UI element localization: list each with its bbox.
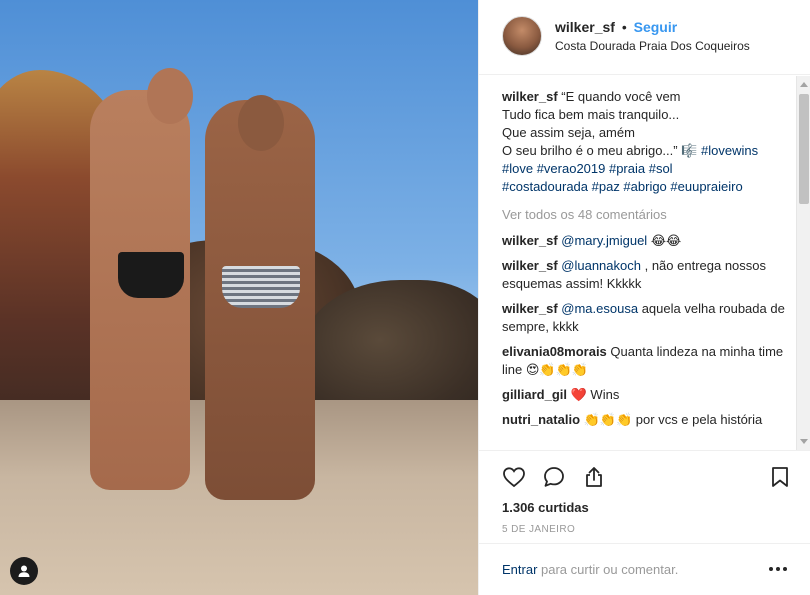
more-dots-icon [776,567,780,571]
comment-text: 😂😂 [647,233,682,248]
swim-trunks [118,252,184,298]
person-head [147,68,193,124]
comment-item: nutri_natalio 👏👏👏 por vcs e pela históri… [502,411,789,429]
username-link[interactable]: wilker_sf [555,19,615,35]
comment-item: elivania08morais Quanta lindeza na minha… [502,343,789,379]
person-head [238,95,284,151]
user-tag-icon [18,565,30,577]
post-actions: 1.306 curtidas 5 DE JANEIRO Entrar para … [479,450,810,595]
caption-line: “E quando você vem [561,89,681,104]
heart-outline-icon [503,467,525,488]
comment-text: ❤️ Wins [567,387,620,402]
scroll-down-arrow-icon[interactable] [800,439,808,444]
comment-username[interactable]: wilker_sf [502,258,558,273]
hashtag-link[interactable]: #lovewins [701,143,758,158]
share-button[interactable] [580,463,608,491]
save-button[interactable] [766,463,794,491]
more-options-button[interactable] [767,558,789,580]
post-photo[interactable] [0,0,478,595]
scroll-up-arrow-icon[interactable] [800,82,808,87]
comment-username[interactable]: nutri_natalio [502,412,580,427]
post-sidebar: wilker_sf • Seguir Costa Dourada Praia D… [478,0,810,595]
post-date: 5 DE JANEIRO [502,524,576,535]
share-arrow-icon [586,467,602,487]
comment-username[interactable]: wilker_sf [502,301,558,316]
mention-link[interactable]: @mary.jmiguel [561,233,647,248]
follow-button[interactable]: Seguir [634,19,678,35]
comment-username[interactable]: elivania08morais [502,344,607,359]
header-text: wilker_sf • Seguir Costa Dourada Praia D… [555,18,750,53]
comment-item: wilker_sf @mary.jmiguel 😂😂 [502,232,789,250]
comment-item: wilker_sf @luannakoch , não entrega noss… [502,257,789,293]
caption-line: Que assim seja, amém [502,125,635,140]
mention-link[interactable]: @ma.esousa [561,301,638,316]
login-prompt-text: para curtir ou comentar. [537,562,679,577]
comment-item: wilker_sf @ma.esousa aquela velha roubad… [502,300,789,336]
comments-scrollbar[interactable] [796,76,810,450]
swim-trunks [222,266,300,308]
speech-bubble-icon [544,467,564,487]
more-dots-icon [769,567,773,571]
post-header: wilker_sf • Seguir Costa Dourada Praia D… [479,0,810,75]
comments-list: wilker_sf “E quando você vem Tudo fica b… [479,76,799,450]
comment-username[interactable]: wilker_sf [502,233,558,248]
location-link[interactable]: Costa Dourada Praia Dos Coqueiros [555,39,750,53]
comment-username[interactable]: gilliard_gil [502,387,567,402]
hashtag-link[interactable]: #costadourada #paz #abrigo #euupraieiro [502,178,789,196]
likes-count[interactable]: 1.306 curtidas [502,500,589,515]
post-caption: wilker_sf “E quando você vem Tudo fica b… [502,88,789,196]
view-all-comments-link[interactable]: Ver todos os 48 comentários [502,206,789,224]
comment-text: 👏👏👏 por vcs e pela história [580,412,763,427]
caption-line: Tudo fica bem mais tranquilo... [502,107,680,122]
login-link[interactable]: Entrar [502,562,537,577]
more-dots-icon [783,567,787,571]
comment-item: gilliard_gil ❤️ Wins [502,386,789,404]
mention-link[interactable]: @luannakoch [561,258,641,273]
comment-button[interactable] [540,463,568,491]
separator-dot: • [621,19,627,35]
user-tag-button[interactable] [10,557,38,585]
add-comment-bar: Entrar para curtir ou comentar. [479,543,810,595]
avatar[interactable] [502,16,542,56]
caption-line: O seu brilho é o meu abrigo...” 🎼 [502,143,701,158]
hashtag-link[interactable]: #love #verao2019 #praia #sol [502,160,789,178]
bookmark-icon [772,467,788,487]
caption-username[interactable]: wilker_sf [502,89,558,104]
like-button[interactable] [500,463,528,491]
login-prompt: Entrar para curtir ou comentar. [502,562,678,577]
scrollbar-thumb[interactable] [799,94,809,204]
